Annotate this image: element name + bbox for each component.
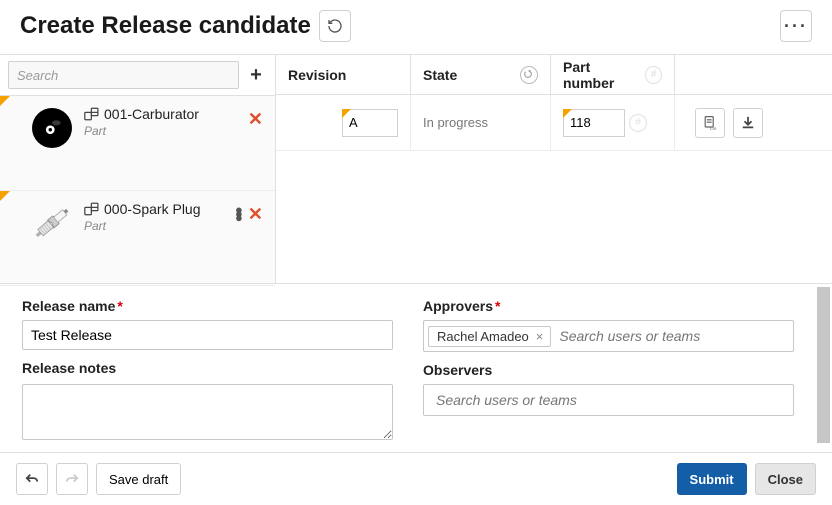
column-header-partnumber-label: Part number bbox=[563, 59, 639, 91]
row-action-download[interactable] bbox=[733, 108, 763, 138]
part-name: 000-Spark Plug bbox=[104, 201, 201, 217]
table-row: In progress # On bbox=[276, 95, 832, 151]
document-icon: On bbox=[702, 115, 718, 131]
part-thumbnail bbox=[32, 203, 72, 243]
column-header-state[interactable]: State bbox=[411, 55, 551, 94]
page-title: Create Release candidate bbox=[20, 12, 311, 40]
part-icon bbox=[84, 107, 102, 121]
part-item[interactable]: 000-Spark Plug Part ●●● ✕ bbox=[0, 191, 275, 286]
partnumber-generate-icon[interactable]: # bbox=[629, 114, 647, 132]
search-input[interactable] bbox=[8, 61, 239, 89]
approver-tag-label: Rachel Amadeo bbox=[437, 329, 529, 344]
part-item[interactable]: 001-Carburator Part ✕ bbox=[0, 96, 275, 191]
column-header-partnumber[interactable]: Part number # bbox=[551, 55, 675, 94]
add-part-button[interactable]: + bbox=[245, 64, 267, 86]
state-filter-icon[interactable] bbox=[520, 66, 538, 84]
refresh-button[interactable] bbox=[319, 10, 351, 42]
refresh-icon bbox=[327, 18, 343, 34]
release-notes-textarea[interactable] bbox=[22, 384, 393, 440]
release-name-input[interactable] bbox=[22, 320, 393, 350]
svg-text:On: On bbox=[710, 126, 717, 131]
approver-tag: Rachel Amadeo × bbox=[428, 326, 551, 347]
part-thumbnail bbox=[32, 108, 72, 148]
column-header-revision[interactable]: Revision bbox=[276, 55, 411, 94]
part-name: 001-Carburator bbox=[104, 106, 199, 122]
more-menu-button[interactable]: ··· bbox=[780, 10, 812, 42]
approvers-label: Approvers* bbox=[423, 298, 794, 314]
state-value: In progress bbox=[411, 95, 551, 150]
row-action-1[interactable]: On bbox=[695, 108, 725, 138]
observers-input[interactable] bbox=[423, 384, 794, 416]
submit-button[interactable]: Submit bbox=[677, 463, 747, 495]
approvers-search[interactable] bbox=[555, 324, 789, 348]
revision-table: Revision State Part number # In progress bbox=[276, 55, 832, 283]
partnumber-header-icon[interactable]: # bbox=[645, 66, 662, 84]
part-more-button[interactable]: ●●● bbox=[235, 208, 240, 220]
close-button[interactable]: Close bbox=[755, 463, 816, 495]
scrollbar-thumb[interactable] bbox=[817, 287, 830, 443]
undo-button[interactable] bbox=[16, 463, 48, 495]
column-header-state-label: State bbox=[423, 67, 457, 83]
download-icon bbox=[741, 116, 755, 130]
partnumber-input[interactable] bbox=[563, 109, 625, 137]
observers-search[interactable] bbox=[432, 388, 785, 412]
revision-input[interactable] bbox=[342, 109, 398, 137]
redo-button[interactable] bbox=[56, 463, 88, 495]
approvers-input[interactable]: Rachel Amadeo × bbox=[423, 320, 794, 352]
redo-icon bbox=[65, 472, 79, 486]
release-notes-label: Release notes bbox=[22, 360, 393, 376]
remove-part-button[interactable]: ✕ bbox=[248, 205, 263, 223]
remove-part-button[interactable]: ✕ bbox=[248, 110, 263, 128]
undo-icon bbox=[25, 472, 39, 486]
save-draft-button[interactable]: Save draft bbox=[96, 463, 181, 495]
remove-tag-button[interactable]: × bbox=[533, 329, 547, 344]
part-type: Part bbox=[84, 124, 248, 138]
part-icon bbox=[84, 202, 102, 216]
observers-label: Observers bbox=[423, 362, 794, 378]
release-name-label: Release name* bbox=[22, 298, 393, 314]
parts-sidebar: + 001-Carburator Part ✕ bbox=[0, 55, 276, 283]
part-type: Part bbox=[84, 219, 235, 233]
